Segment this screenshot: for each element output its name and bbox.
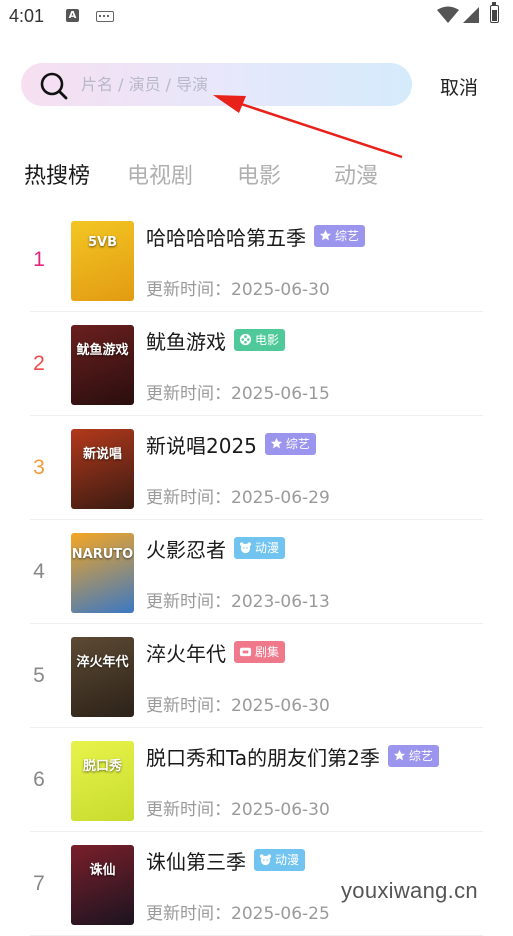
update-time: 更新时间：2025-06-30 — [146, 275, 330, 300]
status-bar: 4:01 A — [0, 0, 513, 34]
tab-tv-series[interactable]: 电视剧 — [127, 158, 193, 190]
update-time: 更新时间：2023-06-13 — [146, 587, 330, 612]
badge-label: 动漫 — [275, 852, 300, 867]
search-icon — [40, 72, 68, 100]
update-time: 更新时间：2025-06-30 — [146, 691, 330, 716]
bear-icon — [239, 541, 255, 555]
wifi-icon — [437, 6, 459, 23]
poster-text: 新说唱 — [82, 447, 122, 462]
update-date: 2023-06-13 — [231, 592, 330, 612]
item-title[interactable]: 火影忍者 — [146, 538, 226, 562]
app-a-icon: A — [66, 9, 79, 22]
list-item[interactable]: 3 新说唱 新说唱2025 综艺更新时间：2025-06-29 — [0, 416, 513, 520]
update-time: 更新时间：2025-06-30 — [146, 795, 330, 820]
title-line: 淬火年代 剧集 — [146, 638, 286, 667]
star-icon — [393, 749, 409, 763]
poster-text: 淬火年代 — [76, 655, 129, 670]
poster-text: 诛仙 — [89, 863, 116, 878]
update-label: 更新时间： — [146, 280, 231, 300]
category-badge: 剧集 — [234, 640, 286, 663]
title-line: 新说唱2025 综艺 — [146, 430, 316, 459]
rank-number: 2 — [33, 352, 45, 375]
poster-text: NARUTO — [71, 547, 134, 562]
rank-number: 6 — [33, 768, 45, 791]
tab-hot-search[interactable]: 热搜榜 — [24, 158, 90, 190]
poster-text: 鱿鱼游戏 — [76, 343, 129, 358]
title-line: 哈哈哈哈哈第五季 综艺 — [146, 222, 366, 251]
rank-number: 4 — [33, 560, 45, 583]
poster-image[interactable]: 诛仙 — [71, 845, 134, 925]
item-title[interactable]: 哈哈哈哈哈第五季 — [146, 226, 306, 250]
rank-number: 5 — [33, 664, 45, 687]
update-label: 更新时间： — [146, 592, 231, 612]
star-icon — [270, 437, 286, 451]
badge-label: 动漫 — [255, 540, 280, 555]
poster-text: 脱口秀 — [82, 759, 122, 774]
tv-icon — [239, 645, 255, 659]
watermark: youxiwang.cn — [341, 878, 478, 903]
search-input[interactable] — [81, 63, 381, 106]
signal-icon — [463, 7, 479, 23]
list-item[interactable]: 4 NARUTO 火影忍者 动漫更新时间：2023-06-13 — [0, 520, 513, 624]
list-item[interactable]: 1 5VB 哈哈哈哈哈第五季 综艺更新时间：2025-06-30 — [0, 208, 513, 312]
list-item[interactable]: 6 脱口秀 脱口秀和Ta的朋友们第2季 综艺更新时间：2025-06-30 — [0, 728, 513, 832]
title-line: 诛仙第三季 动漫 — [146, 846, 306, 875]
category-badge: 动漫 — [254, 848, 306, 871]
category-badge: 综艺 — [387, 744, 439, 767]
update-time: 更新时间：2025-06-29 — [146, 483, 330, 508]
badge-label: 综艺 — [285, 436, 310, 451]
update-date: 2025-06-15 — [231, 384, 330, 404]
cancel-button[interactable]: 取消 — [440, 73, 478, 100]
title-line: 火影忍者 动漫 — [146, 534, 286, 563]
tab-anime[interactable]: 动漫 — [334, 158, 378, 190]
rank-number: 1 — [33, 248, 45, 271]
badge-label: 综艺 — [408, 748, 433, 763]
bear-icon — [259, 853, 275, 867]
update-label: 更新时间： — [146, 384, 231, 404]
rank-number: 3 — [33, 456, 45, 479]
update-time: 更新时间：2025-06-15 — [146, 379, 330, 404]
list-item[interactable]: 2 鱿鱼游戏 鱿鱼游戏 电影 更新时间：2025-06-15 — [0, 312, 513, 416]
update-label: 更新时间： — [146, 904, 231, 924]
list-item[interactable]: 5 淬火年代 淬火年代 剧集 更新时间：2025-06-30 — [0, 624, 513, 728]
rank-number: 7 — [33, 872, 45, 895]
poster-text: 5VB — [87, 235, 117, 250]
item-title[interactable]: 新说唱2025 — [146, 434, 257, 458]
update-label: 更新时间： — [146, 800, 231, 820]
update-date: 2025-06-30 — [231, 280, 330, 300]
category-badge: 动漫 — [234, 536, 286, 559]
update-label: 更新时间： — [146, 696, 231, 716]
item-title[interactable]: 脱口秀和Ta的朋友们第2季 — [146, 746, 380, 770]
category-badge: 综艺 — [264, 432, 316, 455]
poster-image[interactable]: NARUTO — [71, 533, 134, 613]
badge-label: 综艺 — [335, 228, 360, 243]
update-label: 更新时间： — [146, 488, 231, 508]
category-badge: 电影 — [234, 328, 286, 351]
item-title[interactable]: 诛仙第三季 — [146, 850, 246, 874]
update-date: 2025-06-25 — [231, 904, 330, 924]
update-date: 2025-06-29 — [231, 488, 330, 508]
poster-image[interactable]: 脱口秀 — [71, 741, 134, 821]
star-icon — [319, 229, 335, 243]
badge-label: 电影 — [255, 332, 280, 347]
status-time: 4:01 — [9, 6, 45, 26]
category-tabs: 热搜榜 电视剧 电影 动漫 — [0, 158, 513, 194]
poster-image[interactable]: 鱿鱼游戏 — [71, 325, 134, 405]
poster-image[interactable]: 淬火年代 — [71, 637, 134, 717]
update-date: 2025-06-30 — [231, 696, 330, 716]
title-line: 鱿鱼游戏 电影 — [146, 326, 286, 355]
tab-movies[interactable]: 电影 — [237, 158, 281, 190]
update-date: 2025-06-30 — [231, 800, 330, 820]
item-title[interactable]: 鱿鱼游戏 — [146, 330, 226, 354]
item-title[interactable]: 淬火年代 — [146, 642, 226, 666]
title-line: 脱口秀和Ta的朋友们第2季 综艺 — [146, 742, 439, 771]
search-bar[interactable] — [21, 63, 412, 106]
keyboard-icon — [96, 11, 114, 22]
poster-image[interactable]: 新说唱 — [71, 429, 134, 509]
battery-icon — [490, 2, 499, 23]
poster-image[interactable]: 5VB — [71, 221, 134, 301]
film-icon — [239, 333, 255, 347]
category-badge: 综艺 — [314, 224, 366, 247]
badge-label: 剧集 — [255, 644, 280, 659]
